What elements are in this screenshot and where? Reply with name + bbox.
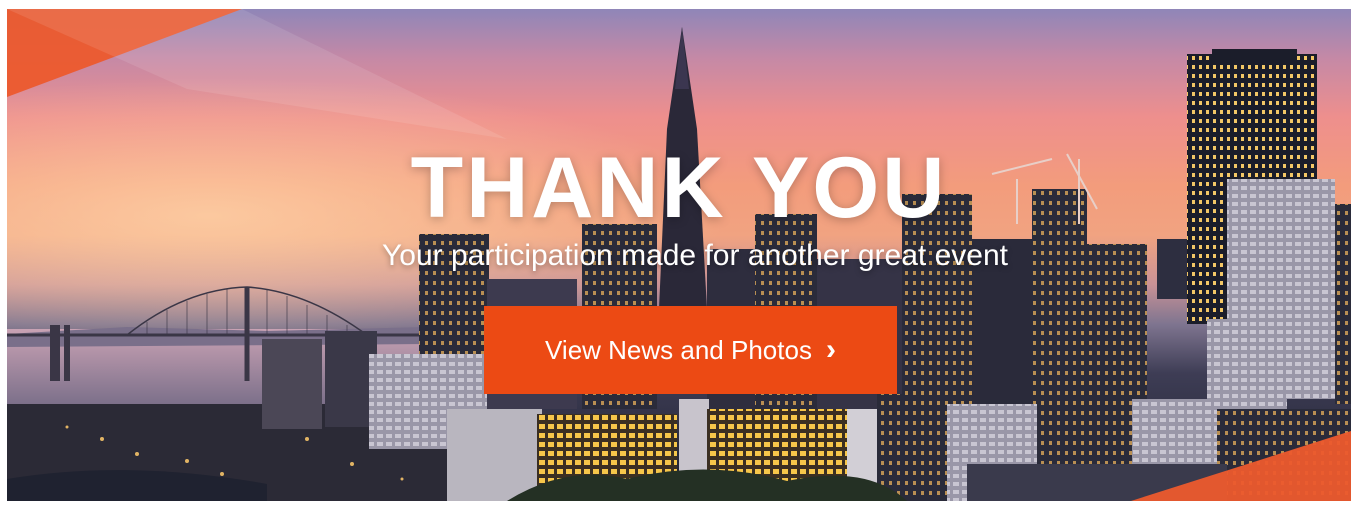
view-news-and-photos-button[interactable]: View News and Photos › xyxy=(484,306,897,394)
chevron-right-icon: › xyxy=(825,333,836,366)
headline: THANK YOU xyxy=(410,140,948,236)
hero-banner: THANK YOU Your participation made for an… xyxy=(7,9,1351,501)
tall-tower-top xyxy=(1212,49,1297,61)
corner-accent-bottom-right xyxy=(1131,431,1351,501)
cta-label: View News and Photos xyxy=(545,334,812,365)
subheadline: Your participation made for another grea… xyxy=(382,239,1008,272)
